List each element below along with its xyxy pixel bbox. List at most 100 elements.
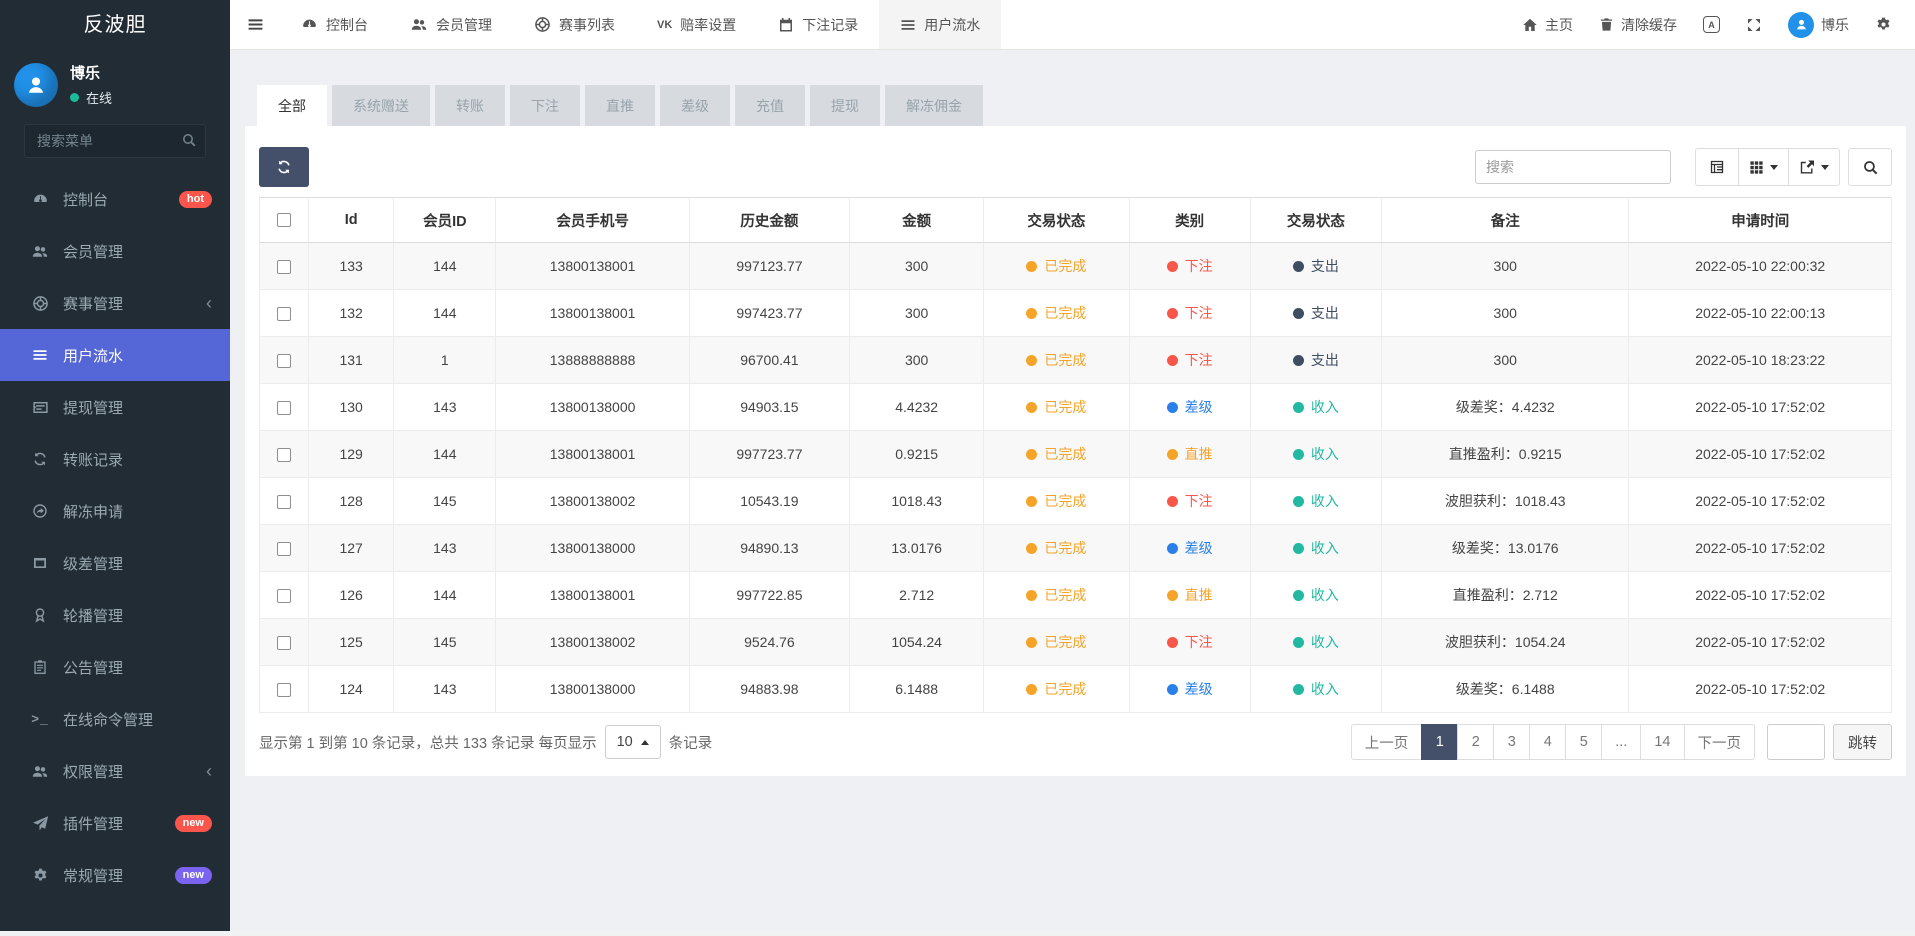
page-button-下一页[interactable]: 下一页 [1684,724,1756,760]
topnav-settings-button[interactable] [1862,0,1905,49]
sidebar-toggle-button[interactable] [230,0,280,49]
table-row: 1281451380013800210543.191018.43已完成下注收入波… [260,478,1892,525]
status-label: 收入 [1311,493,1339,509]
table-search-input[interactable] [1475,150,1671,184]
row-checkbox[interactable] [277,542,291,556]
sidebar-item-权限管理[interactable]: 权限管理‹ [0,745,230,797]
row-checkbox[interactable] [277,260,291,274]
page-button-5[interactable]: 5 [1565,724,1602,760]
horizontal-scrollbar[interactable] [0,931,1915,936]
row-history-amount: 10543.19 [689,478,849,525]
row-checkbox[interactable] [277,307,291,321]
tab-充值[interactable]: 充值 [735,85,805,126]
topnav-item-赔率设置[interactable]: VK赔率设置 [636,0,757,49]
row-checkbox[interactable] [277,683,291,697]
status-dot-icon [1167,355,1178,366]
tab-转账[interactable]: 转账 [435,85,505,126]
sidebar-item-级差管理[interactable]: 级差管理 [0,537,230,589]
refresh-icon [276,159,292,175]
page-jump-input[interactable] [1767,724,1825,760]
cogs-icon [30,867,50,884]
sidebar-item-常规管理[interactable]: 常规管理new [0,849,230,901]
page-jump-button[interactable]: 跳转 [1833,724,1892,760]
columns-button[interactable] [1738,148,1789,186]
toolbar-right [1475,148,1892,186]
tab-差级[interactable]: 差级 [660,85,730,126]
sidebar-search-input[interactable] [24,124,206,158]
status-label: 收入 [1311,634,1339,650]
page-size-select[interactable]: 10 [605,725,661,759]
cogs-icon [1875,16,1892,33]
page-button-上一页[interactable]: 上一页 [1351,724,1423,760]
sidebar-item-在线命令管理[interactable]: >_在线命令管理 [0,693,230,745]
filter-tabs: 全部系统赠送转账下注直推差级充值提现解冻佣金 [257,85,1906,126]
topnav-clear-cache-button[interactable]: 清除缓存 [1586,0,1690,49]
topnav-home-button[interactable]: 主页 [1509,0,1586,49]
row-member-id: 144 [394,431,496,478]
topnav-item-控制台[interactable]: 控制台 [280,0,389,49]
topnav-fullscreen-button[interactable] [1733,0,1775,49]
sidebar-item-控制台[interactable]: 控制台hot [0,173,230,225]
topnav-item-label: 用户流水 [924,15,980,35]
topnav-item-会员管理[interactable]: 会员管理 [389,0,513,49]
page-button-14[interactable]: 14 [1640,724,1684,760]
row-select-cell [260,337,309,384]
topnav-item-下注记录[interactable]: 下注记录 [757,0,879,49]
sidebar-item-插件管理[interactable]: 插件管理new [0,797,230,849]
sidebar-item-转账记录[interactable]: 转账记录 [0,433,230,485]
pager: 上一页12345...14下一页跳转 [1351,724,1892,760]
row-checkbox[interactable] [277,495,291,509]
tab-直推[interactable]: 直推 [585,85,655,126]
row-time: 2022-05-10 17:52:02 [1629,431,1892,478]
sidebar-item-轮播管理[interactable]: 轮播管理 [0,589,230,641]
sidebar-item-解冻申请[interactable]: 解冻申请 [0,485,230,537]
row-category: 下注 [1129,290,1250,337]
status-dot-icon [1026,355,1037,366]
page-button-1[interactable]: 1 [1421,724,1458,760]
refresh-button[interactable] [259,147,309,187]
page-button-4[interactable]: 4 [1529,724,1566,760]
page-button-3[interactable]: 3 [1493,724,1530,760]
user-panel: 博乐 在线 [0,50,230,111]
row-checkbox[interactable] [277,589,291,603]
tab-系统赠送[interactable]: 系统赠送 [332,85,430,126]
topnav-language-button[interactable]: A [1690,0,1733,49]
topnav-item-赛事列表[interactable]: 赛事列表 [513,0,636,49]
user-status-label: 在线 [86,88,112,107]
sidebar-item-提现管理[interactable]: 提现管理 [0,381,230,433]
row-checkbox[interactable] [277,448,291,462]
row-checkbox[interactable] [277,401,291,415]
sidebar-item-公告管理[interactable]: 公告管理 [0,641,230,693]
tab-解冻佣金[interactable]: 解冻佣金 [885,85,983,126]
tab-下注[interactable]: 下注 [510,85,580,126]
row-remark: 级差奖：4.4232 [1382,384,1629,431]
row-remark: 级差奖：6.1488 [1382,666,1629,713]
tab-提现[interactable]: 提现 [810,85,880,126]
sidebar-item-赛事管理[interactable]: 赛事管理‹ [0,277,230,329]
sidebar-item-用户流水[interactable]: 用户流水 [0,329,230,381]
column-header-备注: 备注 [1382,198,1629,243]
topnav-profile-button[interactable]: 博乐 [1775,0,1862,49]
row-status: 已完成 [984,290,1129,337]
top-navbar: 控制台会员管理赛事列表VK赔率设置下注记录 用户流水 主页 清除缓存 A 博乐 [230,0,1915,50]
topnav-item-用户流水[interactable]: 用户流水 [879,0,1001,49]
page-button-2[interactable]: 2 [1457,724,1494,760]
row-checkbox[interactable] [277,636,291,650]
sidebar-item-会员管理[interactable]: 会员管理 [0,225,230,277]
select-all-header [260,198,309,243]
select-all-checkbox[interactable] [277,213,291,227]
status-label: 下注 [1185,493,1213,509]
column-header-会员ID: 会员ID [394,198,496,243]
sidebar-badge: new [175,867,212,884]
row-status: 已完成 [984,619,1129,666]
table-row: 125145138001380029524.761054.24已完成下注收入波胆… [260,619,1892,666]
window-icon [30,555,50,571]
detail-view-button[interactable] [1695,148,1739,186]
search-button[interactable] [1848,148,1892,186]
topnav-clear-cache-label: 清除缓存 [1621,15,1677,35]
column-header-历史金额: 历史金额 [689,198,849,243]
terminal-icon: >_ [30,712,50,727]
export-button[interactable] [1788,148,1840,186]
row-checkbox[interactable] [277,354,291,368]
tab-全部[interactable]: 全部 [257,85,327,126]
